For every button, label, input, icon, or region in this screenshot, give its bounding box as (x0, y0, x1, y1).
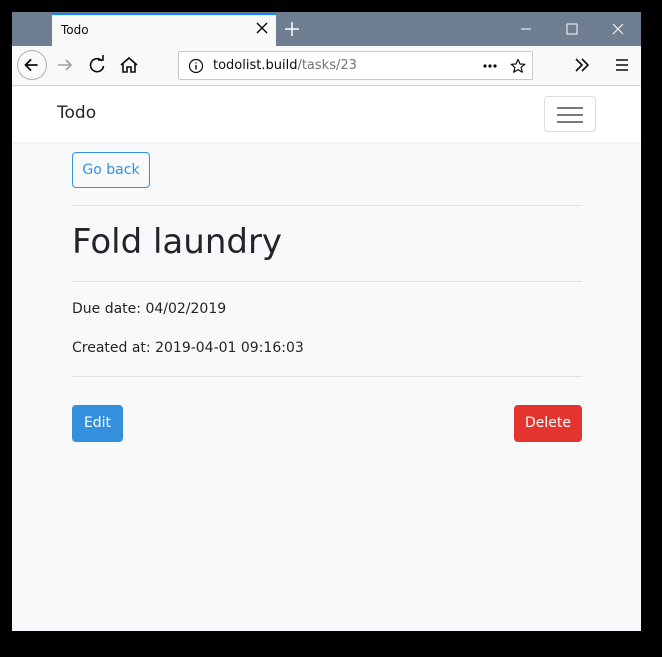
tab-bar: Todo (12, 12, 641, 46)
delete-button[interactable]: Delete (514, 405, 582, 442)
toggler-bar (557, 114, 583, 116)
url-host: todolist.build (213, 58, 298, 73)
new-tab-icon[interactable] (282, 19, 302, 39)
divider (72, 376, 582, 377)
divider (72, 205, 582, 206)
close-window-icon[interactable] (595, 12, 641, 46)
navbar-brand[interactable]: Todo (57, 103, 96, 123)
minimize-icon[interactable] (503, 12, 549, 46)
toggler-bar (557, 121, 583, 123)
url-bar[interactable]: todolist.build/tasks/23 (178, 51, 533, 80)
browser-window: Todo todolist.build/tasks/23 Todo Go bac… (12, 12, 641, 631)
site-navbar: Todo (12, 87, 641, 142)
hamburger-menu-icon[interactable] (609, 52, 635, 78)
divider (72, 281, 582, 282)
edit-button[interactable]: Edit (72, 405, 123, 442)
overflow-chevron-icon[interactable] (569, 52, 595, 78)
maximize-icon[interactable] (549, 12, 595, 46)
toggler-bar (557, 107, 583, 109)
page-actions-icon[interactable] (482, 58, 498, 74)
back-arrow-icon[interactable] (17, 50, 47, 80)
task-title: Fold laundry (72, 222, 283, 262)
reload-icon[interactable] (84, 52, 110, 78)
browser-tab[interactable]: Todo (52, 13, 276, 46)
bookmark-star-icon[interactable] (510, 58, 526, 74)
url-path: /tasks/23 (297, 58, 357, 73)
tab-title: Todo (61, 23, 89, 37)
nav-toolbar: todolist.build/tasks/23 (12, 46, 641, 86)
url-text[interactable]: todolist.build/tasks/23 (213, 58, 357, 73)
created-at: Created at: 2019-04-01 09:16:03 (72, 340, 304, 356)
due-date: Due date: 04/02/2019 (72, 301, 227, 317)
close-tab-icon[interactable] (254, 20, 270, 36)
info-icon[interactable] (188, 58, 204, 74)
forward-arrow-icon[interactable] (52, 52, 78, 78)
go-back-button[interactable]: Go back (72, 152, 150, 188)
home-icon[interactable] (116, 52, 142, 78)
navbar-toggler-button[interactable] (544, 96, 596, 132)
